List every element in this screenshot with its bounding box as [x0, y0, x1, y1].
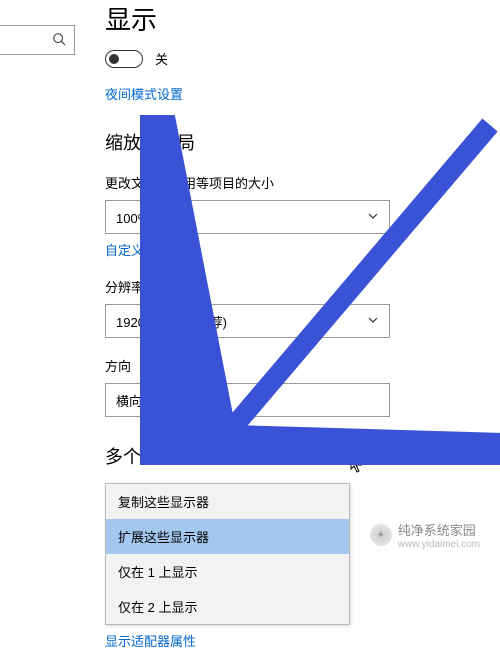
custom-scale-link[interactable]: 自定义缩放: [105, 240, 170, 259]
multiple-displays-heading: 多个显示器: [105, 443, 490, 469]
orientation-label: 方向: [105, 356, 490, 375]
orientation-select[interactable]: 横向: [105, 383, 390, 417]
display-adapter-link[interactable]: 显示适配器属性: [105, 631, 196, 650]
text-size-select[interactable]: 100% (推荐): [105, 200, 390, 234]
orientation-value: 横向: [116, 391, 142, 410]
watermark-brand: 纯净系统家园: [398, 523, 476, 538]
search-icon: [52, 32, 66, 49]
toggle-knob: [109, 54, 119, 64]
watermark-logo-icon: ✦: [370, 524, 392, 546]
watermark-url: www.yidaimei.com: [398, 539, 480, 550]
display-option-extend[interactable]: 扩展这些显示器: [106, 519, 349, 554]
chevron-down-icon: [367, 210, 379, 225]
watermark: ✦ 纯净系统家园 www.yidaimei.com: [370, 520, 480, 550]
display-option-duplicate[interactable]: 复制这些显示器: [106, 484, 349, 519]
search-input[interactable]: [0, 25, 75, 55]
resolution-value: 1920 × 1080 (推荐): [116, 312, 227, 331]
display-option-only2[interactable]: 仅在 2 上显示: [106, 589, 349, 624]
scale-layout-heading: 缩放与布局: [105, 129, 490, 155]
text-size-value: 100% (推荐): [116, 208, 188, 227]
display-option-only1[interactable]: 仅在 1 上显示: [106, 554, 349, 589]
night-mode-settings-link[interactable]: 夜间模式设置: [105, 84, 183, 103]
mouse-cursor-icon: [350, 455, 366, 478]
text-size-label: 更改文本、应用等项目的大小: [105, 173, 490, 192]
night-light-toggle[interactable]: [105, 50, 143, 68]
resolution-label: 分辨率: [105, 277, 490, 296]
chevron-down-icon: [367, 314, 379, 329]
page-title: 显示: [105, 0, 490, 37]
resolution-select[interactable]: 1920 × 1080 (推荐): [105, 304, 390, 338]
multiple-displays-dropdown[interactable]: 复制这些显示器 扩展这些显示器 仅在 1 上显示 仅在 2 上显示: [105, 483, 350, 625]
toggle-state-label: 关: [155, 49, 168, 68]
